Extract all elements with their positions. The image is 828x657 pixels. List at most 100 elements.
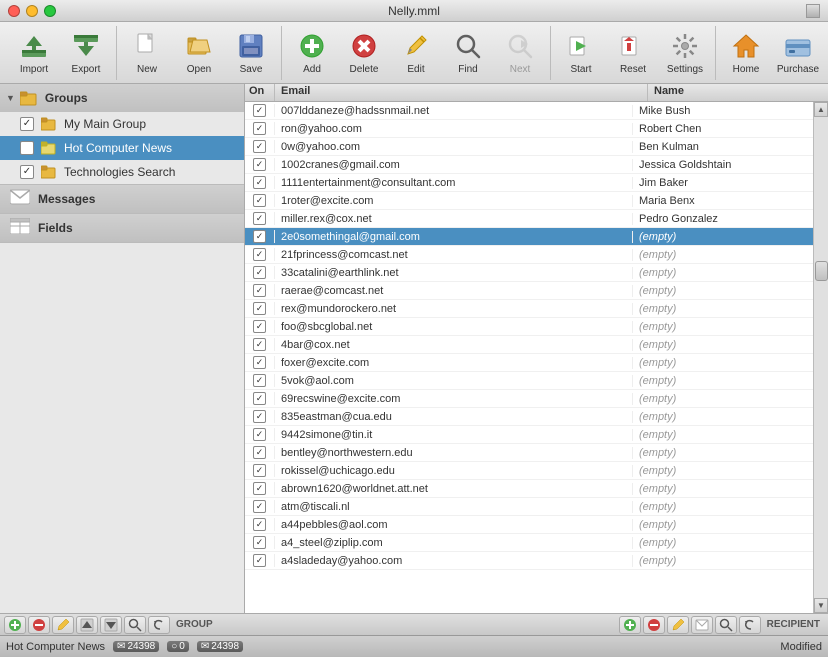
save-button[interactable]: Save <box>225 26 277 80</box>
row-checkbox[interactable] <box>253 104 266 117</box>
sidebar-item-my-main-group[interactable]: My Main Group <box>0 112 244 136</box>
maximize-button[interactable] <box>44 5 56 17</box>
row-checkbox[interactable] <box>253 338 266 351</box>
row-checkbox[interactable] <box>253 266 266 279</box>
add-recipient-button[interactable] <box>619 616 641 634</box>
messages-header[interactable]: Messages <box>0 185 244 214</box>
table-row[interactable]: 007lddaneze@hadssnmail.netMike Bush <box>245 102 813 120</box>
start-button[interactable]: Start <box>555 26 607 80</box>
edit-group-button[interactable] <box>52 616 74 634</box>
minimize-button[interactable] <box>26 5 38 17</box>
sidebar-item-technologies-search[interactable]: Technologies Search <box>0 160 244 184</box>
table-row[interactable]: raerae@comcast.net(empty) <box>245 282 813 300</box>
table-row[interactable]: bentley@northwestern.edu(empty) <box>245 444 813 462</box>
row-checkbox[interactable] <box>253 140 266 153</box>
row-checkbox[interactable] <box>253 446 266 459</box>
table-row[interactable]: miller.rex@cox.netPedro Gonzalez <box>245 210 813 228</box>
search-group-button[interactable] <box>124 616 146 634</box>
my-main-group-checkbox[interactable] <box>20 117 34 131</box>
import-button[interactable]: Import <box>8 26 60 80</box>
fields-header[interactable]: Fields <box>0 214 244 243</box>
table-row[interactable]: abrown1620@worldnet.att.net(empty) <box>245 480 813 498</box>
row-checkbox[interactable] <box>253 482 266 495</box>
row-checkbox[interactable] <box>253 500 266 513</box>
row-checkbox[interactable] <box>253 536 266 549</box>
table-row[interactable]: 5vok@aol.com(empty) <box>245 372 813 390</box>
edit-recipient-button[interactable] <box>667 616 689 634</box>
row-checkbox[interactable] <box>253 302 266 315</box>
close-button[interactable] <box>8 5 20 17</box>
table-row[interactable]: 33catalini@earthlink.net(empty) <box>245 264 813 282</box>
sidebar-item-hot-computer-news[interactable]: Hot Computer News <box>0 136 244 160</box>
recipient-email-button[interactable] <box>691 616 713 634</box>
reset-button[interactable]: Reset <box>607 26 659 80</box>
row-checkbox[interactable] <box>253 248 266 261</box>
row-checkbox[interactable] <box>253 428 266 441</box>
scroll-up-button[interactable]: ▲ <box>814 102 828 117</box>
row-checkbox[interactable] <box>253 410 266 423</box>
scroll-track[interactable] <box>814 117 828 598</box>
edit-button[interactable]: Edit <box>390 26 442 80</box>
table-row[interactable]: 4bar@cox.net(empty) <box>245 336 813 354</box>
row-checkbox[interactable] <box>253 284 266 297</box>
table-row[interactable]: atm@tiscali.nl(empty) <box>245 498 813 516</box>
row-checkbox[interactable] <box>253 194 266 207</box>
remove-group-button[interactable] <box>28 616 50 634</box>
row-checkbox[interactable] <box>253 176 266 189</box>
export-button[interactable]: Export <box>60 26 112 80</box>
add-group-button[interactable] <box>4 616 26 634</box>
scroll-down-button[interactable]: ▼ <box>814 598 828 613</box>
settings-button[interactable]: Settings <box>659 26 711 80</box>
table-row[interactable]: 9442simone@tin.it(empty) <box>245 426 813 444</box>
table-row[interactable]: foo@sbcglobal.net(empty) <box>245 318 813 336</box>
table-row[interactable]: 2e0somethingal@gmail.com(empty) <box>245 228 813 246</box>
scroll-thumb[interactable] <box>815 261 828 281</box>
row-checkbox[interactable] <box>253 320 266 333</box>
table-row[interactable]: rokissel@uchicago.edu(empty) <box>245 462 813 480</box>
remove-recipient-button[interactable] <box>643 616 665 634</box>
table-row[interactable]: 21fprincess@comcast.net(empty) <box>245 246 813 264</box>
row-checkbox[interactable] <box>253 554 266 567</box>
row-checkbox[interactable] <box>253 356 266 369</box>
row-checkbox[interactable] <box>253 230 266 243</box>
table-row[interactable]: a44pebbles@aol.com(empty) <box>245 516 813 534</box>
table-row[interactable]: 69recswine@excite.com(empty) <box>245 390 813 408</box>
row-checkbox[interactable] <box>253 158 266 171</box>
table-row[interactable]: 0w@yahoo.comBen Kulman <box>245 138 813 156</box>
move-group-down-button[interactable] <box>100 616 122 634</box>
table-row[interactable]: 1roter@excite.comMaria Benx <box>245 192 813 210</box>
row-checkbox[interactable] <box>253 122 266 135</box>
resize-handle[interactable] <box>806 4 820 18</box>
table-row[interactable]: rex@mundorockero.net(empty) <box>245 300 813 318</box>
search-recipient-button[interactable] <box>715 616 737 634</box>
undo-group-button[interactable] <box>148 616 170 634</box>
move-group-up-button[interactable] <box>76 616 98 634</box>
home-button[interactable]: Home <box>720 26 772 80</box>
purchase-button[interactable]: Purchase <box>772 26 824 80</box>
new-button[interactable]: New <box>121 26 173 80</box>
table-row[interactable]: ron@yahoo.comRobert Chen <box>245 120 813 138</box>
next-button[interactable]: Next <box>494 26 546 80</box>
window-controls[interactable] <box>8 5 56 17</box>
find-button[interactable]: Find <box>442 26 494 80</box>
add-button[interactable]: Add <box>286 26 338 80</box>
table-row[interactable]: 1111entertainment@consultant.comJim Bake… <box>245 174 813 192</box>
help-button[interactable]: ? Help <box>824 26 828 80</box>
table-row[interactable]: foxer@excite.com(empty) <box>245 354 813 372</box>
hot-computer-news-checkbox[interactable] <box>20 141 34 155</box>
table-row[interactable]: a4sladeday@yahoo.com(empty) <box>245 552 813 570</box>
row-checkbox[interactable] <box>253 212 266 225</box>
open-button[interactable]: Open <box>173 26 225 80</box>
row-checkbox[interactable] <box>253 392 266 405</box>
groups-header[interactable]: ▼ Groups <box>0 84 244 112</box>
row-checkbox[interactable] <box>253 464 266 477</box>
row-checkbox[interactable] <box>253 518 266 531</box>
technologies-search-checkbox[interactable] <box>20 165 34 179</box>
undo-recipient-button[interactable] <box>739 616 761 634</box>
table-row[interactable]: 1002cranes@gmail.comJessica Goldshtain <box>245 156 813 174</box>
table-row[interactable]: a4_steel@ziplip.com(empty) <box>245 534 813 552</box>
row-checkbox[interactable] <box>253 374 266 387</box>
scrollbar[interactable]: ▲ ▼ <box>813 102 828 613</box>
delete-button[interactable]: Delete <box>338 26 390 80</box>
table-row[interactable]: 835eastman@cua.edu(empty) <box>245 408 813 426</box>
